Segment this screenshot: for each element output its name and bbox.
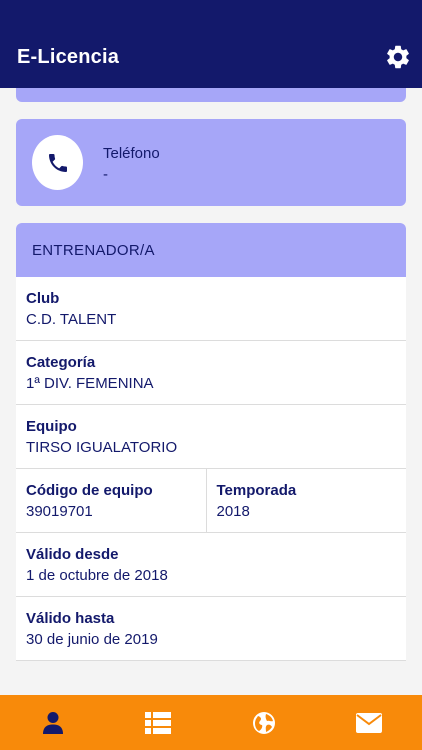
licence-content[interactable]: Teléfono - ENTRENADOR/A Club C.D. TALENT… xyxy=(0,88,422,695)
field-label: Equipo xyxy=(26,418,77,435)
field-label: Categoría xyxy=(26,354,96,371)
field-row-club: Club C.D. TALENT xyxy=(16,277,406,341)
nav-tab-list[interactable] xyxy=(106,695,212,750)
phone-value: - xyxy=(103,166,108,183)
field-row-team: Equipo TIRSO IGUALATORIO xyxy=(16,405,406,469)
nav-tab-profile[interactable] xyxy=(0,695,106,750)
app-title: E-Licencia xyxy=(17,46,120,68)
field-row-valid-until: Válido hasta 30 de junio de 2019 xyxy=(16,597,406,661)
field-value: 39019701 xyxy=(26,503,93,520)
team-code-cell: Código de equipo 39019701 xyxy=(26,482,206,532)
globe-icon xyxy=(252,711,275,734)
field-value: TIRSO IGUALATORIO xyxy=(26,439,178,456)
field-label: Válido desde xyxy=(26,546,119,563)
section-title: ENTRENADOR/A xyxy=(16,223,406,277)
field-label: Válido hasta xyxy=(26,610,115,627)
field-value: C.D. TALENT xyxy=(26,311,117,328)
coach-section: ENTRENADOR/A Club C.D. TALENT Categoría … xyxy=(16,223,406,661)
field-row-team-code-season: Código de equipo 39019701 Temporada 2018 xyxy=(16,469,406,533)
phone-label: Teléfono xyxy=(103,145,160,162)
phone-icon-circle xyxy=(32,135,83,190)
app-bar: E-Licencia xyxy=(0,0,422,88)
gear-icon[interactable] xyxy=(384,43,412,71)
phone-icon xyxy=(48,153,67,172)
nav-tab-mail[interactable] xyxy=(317,695,422,750)
list-icon xyxy=(145,711,172,734)
nav-tab-web[interactable] xyxy=(211,695,317,750)
field-label: Temporada xyxy=(216,482,297,499)
previous-card xyxy=(16,88,406,102)
field-value: 1 de octubre de 2018 xyxy=(26,567,168,584)
field-label: Código de equipo xyxy=(26,482,153,499)
field-value: 30 de junio de 2019 xyxy=(26,631,158,648)
field-row-valid-from: Válido desde 1 de octubre de 2018 xyxy=(16,533,406,597)
phone-card: Teléfono - xyxy=(16,119,406,206)
field-row-category: Categoría 1ª DIV. FEMENINA xyxy=(16,341,406,405)
bottom-nav xyxy=(0,695,422,750)
field-label: Club xyxy=(26,290,60,307)
field-value: 2018 xyxy=(216,503,250,520)
season-cell: Temporada 2018 xyxy=(205,469,397,532)
mail-icon xyxy=(356,712,383,733)
user-icon xyxy=(42,711,63,734)
field-value: 1ª DIV. FEMENINA xyxy=(26,375,154,392)
